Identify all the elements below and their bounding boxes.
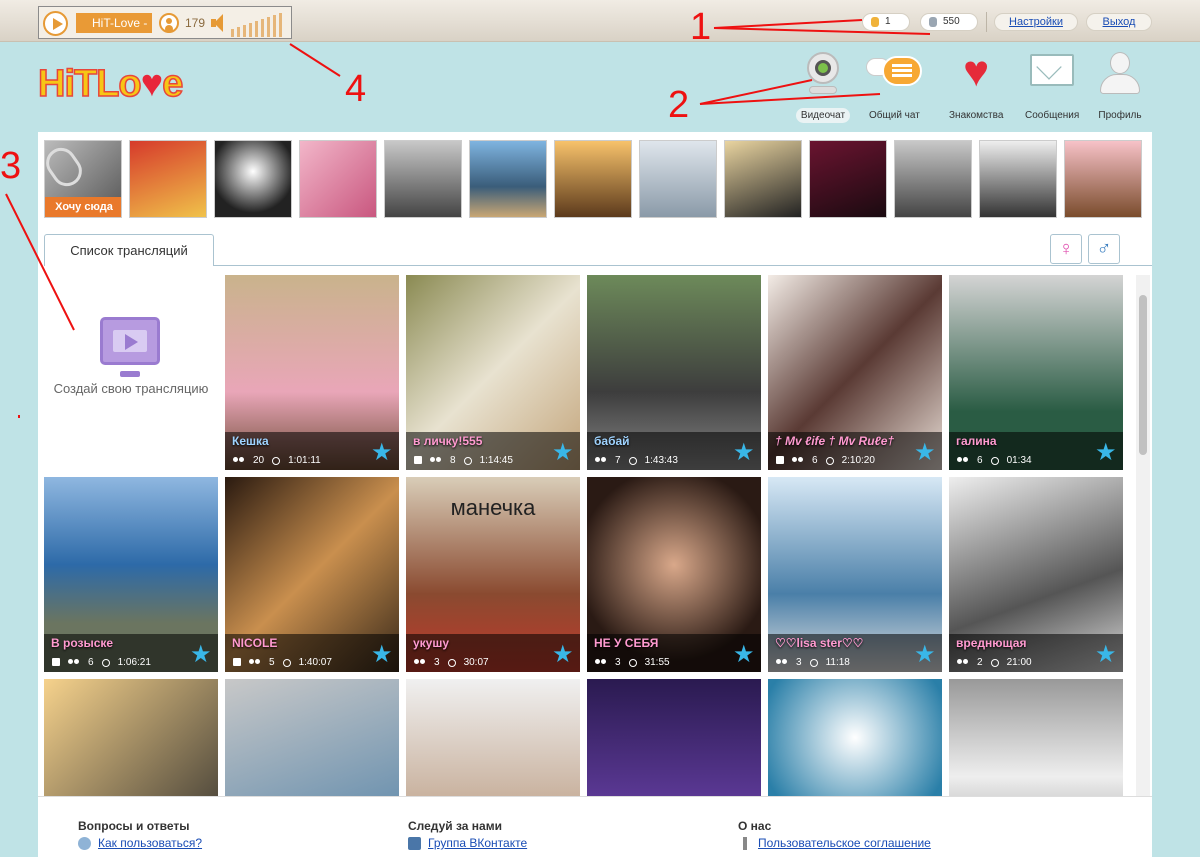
annotation-4: 4: [345, 68, 367, 110]
annotation-3: 3: [0, 145, 22, 187]
annotation-2: 2: [668, 84, 690, 126]
annotation-lines: [5, 19, 931, 418]
annotation-1: 1: [690, 6, 712, 48]
